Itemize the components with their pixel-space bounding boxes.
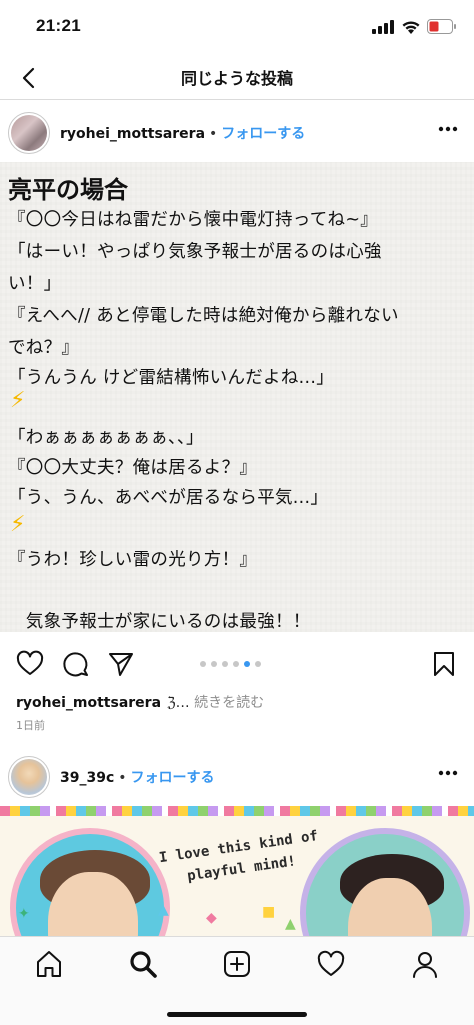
carousel-dot — [244, 661, 250, 667]
post-caption: ryohei_mottsarera ℨ… 続きを読む — [16, 692, 264, 712]
avatar[interactable] — [8, 756, 50, 798]
read-more-link[interactable]: 続きを読む — [194, 695, 264, 711]
nav-bar: 同じような投稿 — [0, 56, 474, 100]
caption-username[interactable]: ryohei_mottsarera — [16, 695, 161, 711]
post-image-line: 「わぁぁぁぁぁぁぁ、、」 — [8, 428, 204, 448]
post-header-text: 39_39c • フォローする — [60, 767, 215, 787]
separator-dot: • — [118, 770, 127, 786]
carousel-dot — [233, 661, 239, 667]
activity-heart-icon[interactable] — [316, 949, 346, 979]
lightning-bolt-icon: ⚡ — [10, 388, 26, 413]
cellular-signal-icon — [372, 20, 394, 34]
status-bar: 21:21 — [0, 0, 474, 56]
avatar[interactable] — [8, 112, 50, 154]
home-indicator — [167, 1012, 307, 1017]
post-image-line: 「うんうん けど雷結構怖いんだよね...」 — [8, 368, 335, 388]
post-image-line: 気象予報士が家にいるのは最強！！ — [8, 612, 311, 632]
profile-icon[interactable] — [410, 949, 440, 979]
follow-button[interactable]: フォローする — [131, 770, 215, 786]
search-icon[interactable] — [128, 949, 158, 979]
sparkle-icon: ■ — [262, 904, 276, 920]
post-image[interactable]: 亮平の場合 『〇〇今日はね雷だから懐中電灯持ってね~』 「はーい！やっぱり気象予… — [0, 162, 474, 632]
battery-icon — [427, 19, 456, 34]
carousel-indicator — [200, 661, 280, 669]
post-image-line: でね？』 — [8, 338, 80, 358]
sparkle-icon: ◆ — [206, 910, 217, 926]
post-image[interactable]: I love this kind of playful mind! ▲ ◆ ■ … — [0, 806, 474, 936]
more-options-icon[interactable] — [438, 126, 458, 132]
carousel-dot — [255, 661, 261, 667]
post-header-text: ryohei_mottsarera • フォローする — [60, 123, 305, 143]
separator-dot: • — [209, 126, 218, 142]
caption-text: ℨ… — [167, 695, 190, 711]
post-timestamp: 1日前 — [16, 719, 45, 732]
page-title: 同じような投稿 — [180, 69, 293, 88]
home-icon[interactable] — [34, 949, 64, 979]
more-options-icon[interactable] — [438, 770, 458, 776]
post-image-line: 『うわ！珍しい雷の光り方！』 — [8, 550, 258, 570]
post-image-line: 「う、うん、あべべが居るなら平気...」 — [8, 488, 329, 508]
post-image-line: 「はーい！やっぱり気象予報士が居るのは心強 — [8, 242, 382, 262]
share-icon[interactable] — [107, 650, 135, 678]
sparkle-icon: ▲ — [158, 902, 169, 918]
bookmark-icon[interactable] — [430, 650, 458, 678]
carousel-dot — [222, 661, 228, 667]
comment-icon[interactable] — [62, 650, 90, 678]
username-link[interactable]: 39_39c — [60, 770, 114, 786]
post-header: ryohei_mottsarera • フォローする — [0, 104, 474, 162]
status-time: 21:21 — [36, 16, 81, 35]
post-image-title: 亮平の場合 — [8, 176, 128, 204]
post-header: 39_39c • フォローする — [0, 748, 474, 806]
lightning-bolt-icon: ⚡ — [10, 512, 26, 537]
photo-bubble — [10, 828, 170, 936]
follow-button[interactable]: フォローする — [221, 126, 305, 142]
carousel-dot — [200, 661, 206, 667]
new-post-icon[interactable] — [222, 949, 252, 979]
carousel-dot — [211, 661, 217, 667]
sparkle-icon: ✦ — [18, 906, 30, 922]
post-image-line: い！」 — [8, 274, 62, 294]
username-link[interactable]: ryohei_mottsarera — [60, 126, 205, 142]
heart-icon[interactable] — [16, 650, 44, 678]
post-image-line: 『えへへ// あと停電した時は絶対俺から離れない — [8, 306, 399, 326]
post-actions — [0, 640, 474, 688]
wifi-icon — [402, 21, 420, 34]
post-image-line: 『〇〇今日はね雷だから懐中電灯持ってね~』 — [8, 210, 379, 230]
sparkle-icon: ▲ — [285, 916, 296, 932]
confetti-border — [0, 806, 474, 816]
post-image-line: 『〇〇大丈夫？俺は居るよ？』 — [8, 458, 258, 478]
